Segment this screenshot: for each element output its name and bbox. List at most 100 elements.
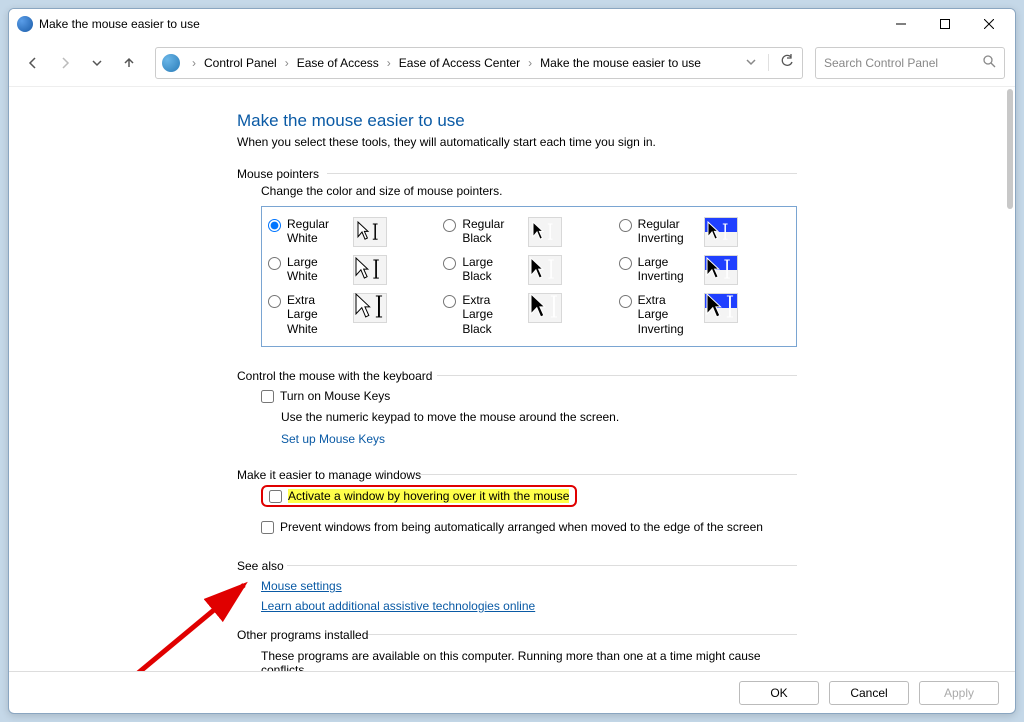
pointer-options-box: Regular White Regular Black Regular Invert… bbox=[261, 206, 797, 347]
pointer-radio[interactable] bbox=[443, 257, 456, 270]
pointer-preview bbox=[704, 217, 738, 247]
breadcrumb[interactable]: Ease of Access bbox=[295, 56, 381, 70]
search-placeholder: Search Control Panel bbox=[824, 56, 938, 70]
pointer-preview bbox=[704, 293, 738, 323]
hover-activate-highlight: Activate a window by hovering over it wi… bbox=[261, 485, 577, 507]
pointer-option[interactable]: Extra Large Black bbox=[443, 293, 614, 336]
page-title: Make the mouse easier to use bbox=[237, 111, 797, 131]
search-icon bbox=[982, 54, 996, 71]
pointer-radio[interactable] bbox=[268, 219, 281, 232]
breadcrumb-sep: › bbox=[186, 56, 202, 70]
pointer-radio[interactable] bbox=[443, 295, 456, 308]
breadcrumb[interactable]: Make the mouse easier to use bbox=[538, 56, 703, 70]
maximize-button[interactable] bbox=[923, 9, 967, 39]
page-subtitle: When you select these tools, they will a… bbox=[237, 135, 797, 149]
nav-toolbar: › Control Panel › Ease of Access › Ease … bbox=[9, 39, 1015, 87]
section-see-also: See also bbox=[237, 559, 797, 573]
minimize-button[interactable] bbox=[879, 9, 923, 39]
control-panel-icon bbox=[162, 54, 180, 72]
hover-activate-label: Activate a window by hovering over it wi… bbox=[288, 489, 569, 503]
app-icon bbox=[17, 16, 33, 32]
mouse-keys-desc: Use the numeric keypad to move the mouse… bbox=[261, 406, 797, 432]
prevent-arrange-checkbox-row[interactable]: Prevent windows from being automatically… bbox=[261, 517, 797, 537]
address-bar[interactable]: › Control Panel › Ease of Access › Ease … bbox=[155, 47, 803, 79]
chevron-down-icon bbox=[92, 58, 102, 68]
recent-dropdown[interactable] bbox=[83, 49, 111, 77]
pointer-label: Extra Large Inverting bbox=[638, 293, 698, 336]
pointer-label: Large White bbox=[287, 255, 347, 284]
pointer-option[interactable]: Large White bbox=[268, 255, 439, 285]
breadcrumb-sep: › bbox=[522, 56, 538, 70]
annotation-arrow bbox=[39, 527, 269, 671]
breadcrumb[interactable]: Control Panel bbox=[202, 56, 279, 70]
section-other-programs: Other programs installed bbox=[237, 628, 797, 642]
section-manage-windows: Make it easier to manage windows bbox=[237, 468, 797, 482]
pointer-label: Regular White bbox=[287, 217, 347, 246]
address-dropdown[interactable] bbox=[740, 56, 762, 70]
refresh-icon bbox=[780, 54, 794, 68]
arrow-up-icon bbox=[122, 56, 136, 70]
maximize-icon bbox=[940, 19, 950, 29]
close-icon bbox=[984, 19, 994, 29]
pointer-option[interactable]: Regular Black bbox=[443, 217, 614, 247]
content-area: Make the mouse easier to use When you se… bbox=[9, 87, 1015, 671]
pointer-label: Extra Large White bbox=[287, 293, 347, 336]
pointers-instruction: Change the color and size of mouse point… bbox=[261, 184, 797, 198]
pointer-preview bbox=[353, 217, 387, 247]
forward-button[interactable] bbox=[51, 49, 79, 77]
setup-mouse-keys-link[interactable]: Set up Mouse Keys bbox=[281, 432, 385, 446]
pointer-option[interactable]: Large Black bbox=[443, 255, 614, 285]
breadcrumb[interactable]: Ease of Access Center bbox=[397, 56, 522, 70]
pointer-preview bbox=[353, 255, 387, 285]
pointer-preview bbox=[528, 217, 562, 247]
other-programs-desc: These programs are available on this com… bbox=[261, 645, 797, 671]
pointer-radio[interactable] bbox=[443, 219, 456, 232]
pointer-radio[interactable] bbox=[619, 257, 632, 270]
minimize-icon bbox=[896, 19, 906, 29]
checkbox-label: Turn on Mouse Keys bbox=[280, 389, 390, 403]
section-mouse-pointers: Mouse pointers bbox=[237, 167, 797, 181]
control-panel-window: Make the mouse easier to use › Control P… bbox=[8, 8, 1016, 714]
pointer-option[interactable]: Regular Inverting bbox=[619, 217, 790, 247]
chevron-down-icon bbox=[746, 57, 756, 67]
ok-button[interactable]: OK bbox=[739, 681, 819, 705]
pointer-label: Extra Large Black bbox=[462, 293, 522, 336]
pointer-option[interactable]: Regular White bbox=[268, 217, 439, 247]
refresh-button[interactable] bbox=[768, 54, 796, 71]
back-button[interactable] bbox=[19, 49, 47, 77]
hover-activate-checkbox[interactable] bbox=[269, 490, 282, 503]
up-button[interactable] bbox=[115, 49, 143, 77]
pointer-preview bbox=[528, 293, 562, 323]
window-title: Make the mouse easier to use bbox=[39, 17, 200, 31]
section-keyboard: Control the mouse with the keyboard bbox=[237, 369, 797, 383]
pointer-label: Regular Black bbox=[462, 217, 522, 246]
prevent-arrange-label: Prevent windows from being automatically… bbox=[280, 520, 763, 534]
prevent-arrange-checkbox[interactable] bbox=[261, 521, 274, 534]
pointer-preview bbox=[704, 255, 738, 285]
apply-button[interactable]: Apply bbox=[919, 681, 999, 705]
assistive-tech-link[interactable]: Learn about additional assistive technol… bbox=[261, 599, 535, 613]
pointer-radio[interactable] bbox=[268, 295, 281, 308]
pointer-label: Regular Inverting bbox=[638, 217, 698, 246]
dialog-footer: OK Cancel Apply bbox=[9, 671, 1015, 713]
pointer-preview bbox=[528, 255, 562, 285]
arrow-left-icon bbox=[26, 56, 40, 70]
turn-on-mouse-keys-checkbox[interactable]: Turn on Mouse Keys bbox=[261, 386, 797, 406]
pointer-label: Large Inverting bbox=[638, 255, 698, 284]
pointer-radio[interactable] bbox=[619, 219, 632, 232]
titlebar: Make the mouse easier to use bbox=[9, 9, 1015, 39]
search-input[interactable]: Search Control Panel bbox=[815, 47, 1005, 79]
pointer-option[interactable]: Large Inverting bbox=[619, 255, 790, 285]
breadcrumb-sep: › bbox=[381, 56, 397, 70]
pointer-option[interactable]: Extra Large Inverting bbox=[619, 293, 790, 336]
pointer-option[interactable]: Extra Large White bbox=[268, 293, 439, 336]
cancel-button[interactable]: Cancel bbox=[829, 681, 909, 705]
pointer-radio[interactable] bbox=[619, 295, 632, 308]
mouse-settings-link[interactable]: Mouse settings bbox=[261, 579, 342, 593]
close-button[interactable] bbox=[967, 9, 1011, 39]
pointer-label: Large Black bbox=[462, 255, 522, 284]
breadcrumb-sep: › bbox=[279, 56, 295, 70]
pointer-radio[interactable] bbox=[268, 257, 281, 270]
scrollbar[interactable] bbox=[1007, 89, 1013, 209]
checkbox-input[interactable] bbox=[261, 390, 274, 403]
